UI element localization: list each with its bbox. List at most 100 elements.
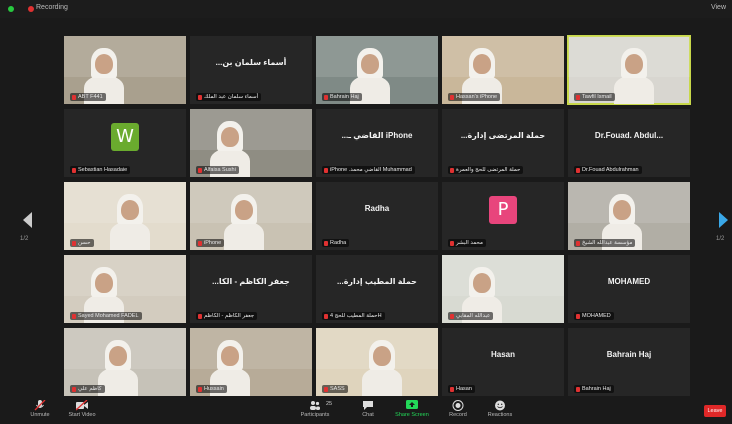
participant-display-name: ...أسماء سلمان بن bbox=[215, 58, 287, 67]
participant-name-label: Hassan's iPhone bbox=[448, 93, 501, 101]
participant-tile[interactable]: SASS bbox=[316, 328, 438, 396]
next-page-button[interactable] bbox=[716, 208, 730, 232]
participant-name-label: حملة المرتضى للحج والعمرة bbox=[448, 166, 524, 174]
participant-name-label: عبدالله المقابي bbox=[448, 312, 494, 320]
participant-tile[interactable]: P محمد البشر bbox=[442, 182, 564, 250]
meeting-toolbar: Unmute Start Video Participants 25 Chat … bbox=[0, 398, 732, 424]
participant-display-name: Bahrain Haj bbox=[606, 350, 652, 359]
participant-tile[interactable]: ...حملة المرتضى إدارة حملة المرتضى للحج و… bbox=[442, 109, 564, 177]
participant-name: iPhone bbox=[204, 240, 222, 246]
muted-mic-icon bbox=[72, 313, 76, 319]
participant-name: SASS bbox=[330, 386, 345, 392]
status-green-icon bbox=[8, 6, 14, 12]
start-video-button[interactable]: Start Video bbox=[60, 400, 104, 422]
participant-name: MOHAMED bbox=[582, 313, 611, 319]
participants-count: 25 bbox=[326, 401, 333, 407]
leave-meeting-button[interactable]: Leave bbox=[704, 405, 726, 417]
reactions-button[interactable]: Reactions bbox=[478, 400, 522, 422]
participant-tile[interactable]: Bahrain Haj bbox=[316, 36, 438, 104]
chevron-right-icon bbox=[719, 212, 728, 228]
participant-name: Hasan bbox=[456, 386, 472, 392]
share-screen-icon bbox=[406, 400, 418, 409]
top-bar: Recording View bbox=[0, 0, 732, 18]
chat-icon bbox=[363, 401, 373, 410]
participant-name-label: iPhone .القاضي محمد Muhammad bbox=[322, 166, 415, 174]
participant-name-label: Radha bbox=[322, 239, 350, 247]
participant-display-name: Dr.Fouad. Abdul... bbox=[594, 131, 664, 140]
video-camera-off-icon bbox=[76, 400, 88, 411]
start-video-label: Start Video bbox=[68, 412, 96, 418]
participant-tile[interactable]: ...القاضي ـ iPhone iPhone .القاضي محمد Mu… bbox=[316, 109, 438, 177]
participant-name-label: Hasan bbox=[448, 385, 475, 393]
record-label: Record bbox=[449, 412, 467, 418]
recording-icon bbox=[28, 6, 34, 12]
share-screen-label: Share Screen bbox=[395, 412, 429, 418]
participants-icon bbox=[310, 401, 320, 410]
chevron-left-icon bbox=[23, 212, 32, 228]
muted-mic-icon bbox=[198, 167, 202, 173]
record-button[interactable]: Record bbox=[436, 400, 480, 422]
muted-mic-icon bbox=[450, 386, 454, 392]
participant-name: محمد البشر bbox=[456, 240, 483, 246]
participant-name: كاظم علي bbox=[78, 386, 102, 392]
participant-display-name: ...جعفر الكاظم - الكا bbox=[212, 277, 290, 286]
participant-name: Alfaisa Sushi bbox=[204, 167, 236, 173]
participant-name: حملة المطيب للحج 4H bbox=[330, 313, 382, 319]
participant-tile[interactable]: W Sebastian Hasadaie bbox=[64, 109, 186, 177]
avatar: P bbox=[489, 196, 517, 224]
unmute-button[interactable]: Unmute bbox=[18, 400, 62, 422]
participant-name: iPhone .القاضي محمد Muhammad bbox=[330, 167, 412, 173]
muted-mic-icon bbox=[576, 240, 580, 246]
participant-name-label: كاظم علي bbox=[70, 385, 105, 393]
participant-tile[interactable]: ...أسماء سلمان بن أسماء سلمان عبد الملك bbox=[190, 36, 312, 104]
participant-name-label: حملة المطيب للحج 4H bbox=[322, 312, 385, 320]
participant-tile[interactable]: MOHAMED MOHAMED bbox=[568, 255, 690, 323]
participant-tile[interactable]: Sayed Mohamed FADEL bbox=[64, 255, 186, 323]
participant-tile[interactable]: Alfaisa Sushi bbox=[190, 109, 312, 177]
muted-mic-icon bbox=[576, 313, 580, 319]
participant-name: Hassan's iPhone bbox=[456, 94, 498, 100]
participant-name: Radha bbox=[330, 240, 347, 246]
participant-name-label: جعفر الكاظم - الكاظم bbox=[196, 312, 258, 320]
muted-mic-icon bbox=[324, 94, 328, 100]
participant-name-label: Tawfil Ismail bbox=[574, 93, 615, 101]
participant-tile[interactable]: ABT F441 bbox=[64, 36, 186, 104]
muted-mic-icon bbox=[324, 240, 328, 246]
participant-name: جعفر الكاظم - الكاظم bbox=[204, 313, 255, 319]
view-button[interactable]: View bbox=[711, 4, 726, 11]
participant-tile[interactable]: Tawfil Ismail bbox=[567, 35, 691, 105]
participant-tile[interactable]: حسن bbox=[64, 182, 186, 250]
participant-tile[interactable]: Dr.Fouad. Abdul... Dr.Fouad Abdulrahman bbox=[568, 109, 690, 177]
participant-tile[interactable]: Bahrain Haj Bahrain Haj bbox=[568, 328, 690, 396]
participant-tile[interactable]: Hasan Hasan bbox=[442, 328, 564, 396]
participant-tile[interactable]: مؤسسة عبدالله الشيخ bbox=[568, 182, 690, 250]
chat-button[interactable]: Chat bbox=[346, 400, 390, 422]
participant-tile[interactable]: iPhone bbox=[190, 182, 312, 250]
muted-mic-icon bbox=[72, 240, 76, 246]
participant-name-label: أسماء سلمان عبد الملك bbox=[196, 93, 262, 101]
participant-name: Hussain bbox=[204, 386, 224, 392]
participant-name: ABT F441 bbox=[78, 94, 103, 100]
participant-name-label: Dr.Fouad Abdulrahman bbox=[574, 166, 642, 174]
participant-tile[interactable]: Hassan's iPhone bbox=[442, 36, 564, 104]
muted-mic-icon bbox=[450, 313, 454, 319]
participant-tile[interactable]: كاظم علي bbox=[64, 328, 186, 396]
participant-tile[interactable]: Hussain bbox=[190, 328, 312, 396]
muted-mic-icon bbox=[576, 386, 580, 392]
participant-tile[interactable]: ...حملة المطيب إدارة حملة المطيب للحج 4H bbox=[316, 255, 438, 323]
participant-tile[interactable]: عبدالله المقابي bbox=[442, 255, 564, 323]
previous-page-button[interactable] bbox=[20, 208, 34, 232]
reactions-icon bbox=[495, 400, 505, 411]
participant-tile[interactable]: Radha Radha bbox=[316, 182, 438, 250]
muted-mic-icon bbox=[450, 94, 454, 100]
muted-mic-icon bbox=[72, 386, 76, 392]
participant-name: Tawfil Ismail bbox=[582, 94, 612, 100]
microphone-muted-icon bbox=[34, 400, 46, 411]
muted-mic-icon bbox=[576, 167, 580, 173]
participant-name-label: Bahrain Haj bbox=[322, 93, 362, 101]
participant-name-label: MOHAMED bbox=[574, 312, 614, 320]
muted-mic-icon bbox=[324, 313, 328, 319]
share-screen-button[interactable]: Share Screen bbox=[390, 400, 434, 422]
participant-display-name: ...حملة المرتضى إدارة bbox=[460, 131, 546, 140]
participant-tile[interactable]: ...جعفر الكاظم - الكا جعفر الكاظم - الكاظ… bbox=[190, 255, 312, 323]
